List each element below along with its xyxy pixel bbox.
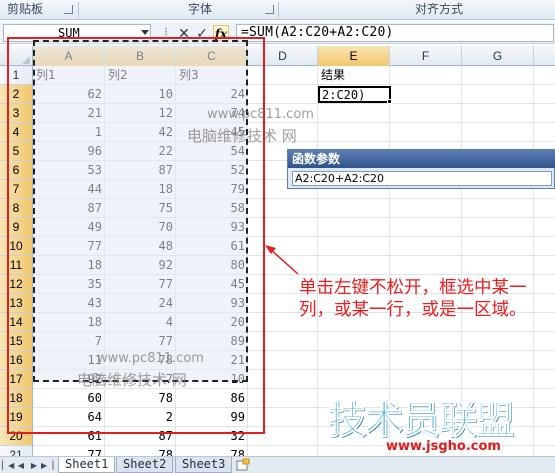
annotation-text: 单击左键不松开，框选中某一列，或某一行，或是一区域。	[299, 278, 527, 320]
site-logo: 技术员联盟 www.jsgho.com	[327, 398, 548, 455]
last-sheet-icon[interactable]: ▶▕	[41, 460, 53, 471]
logo-text: 技术员联盟	[327, 398, 514, 442]
next-sheet-icon[interactable]: ▶	[28, 460, 40, 471]
prev-sheet-icon[interactable]: ◀	[15, 460, 27, 471]
sheet-tab-1[interactable]: Sheet1	[58, 457, 116, 473]
insert-sheet-icon[interactable]	[235, 458, 251, 472]
logo-url: www.jsgho.com	[386, 439, 501, 454]
first-sheet-icon[interactable]: ▏◀	[2, 460, 14, 471]
sheet-tab-3[interactable]: Sheet3	[175, 457, 233, 473]
sheet-tab-2[interactable]: Sheet2	[116, 457, 174, 473]
sheet-tab-bar: ▏◀ ◀ ▶ ▶▕ Sheet1 Sheet2 Sheet3	[0, 456, 555, 473]
